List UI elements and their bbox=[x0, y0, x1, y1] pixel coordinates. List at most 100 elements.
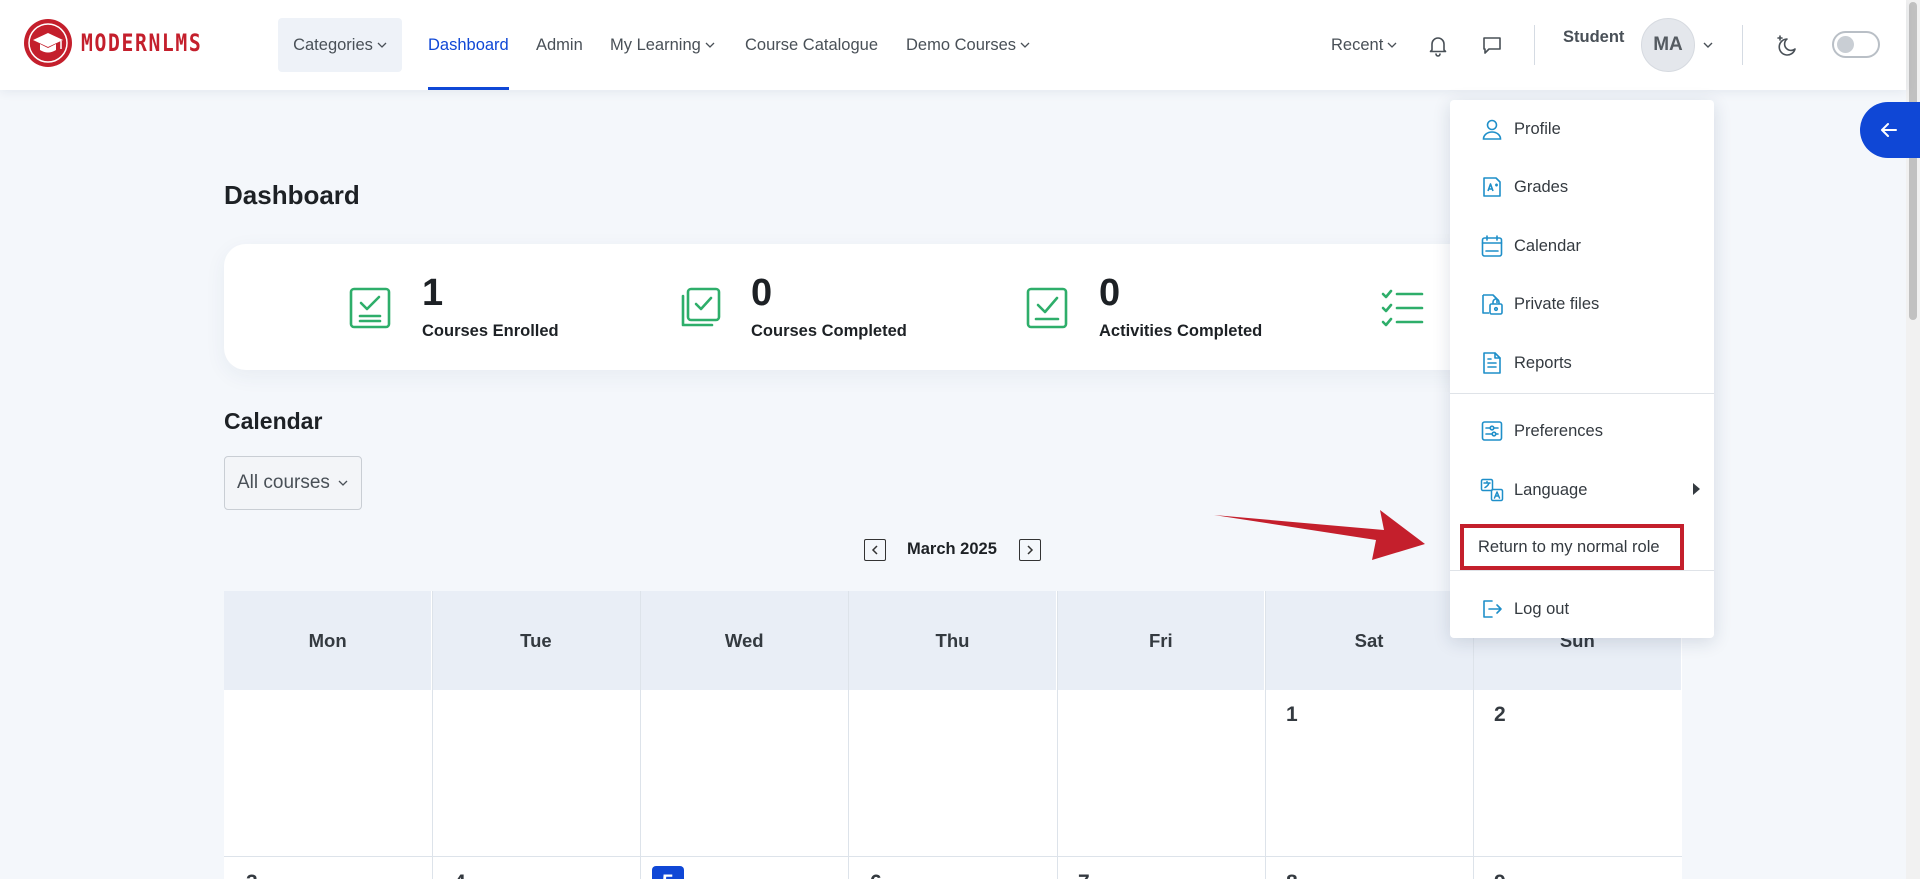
current-month-label: March 2025 bbox=[907, 540, 997, 558]
chat-bubble-icon bbox=[1483, 37, 1501, 54]
nav-admin[interactable]: Admin bbox=[536, 0, 583, 90]
menu-item-reports[interactable]: Reports bbox=[1450, 341, 1714, 385]
calendar-day[interactable]: 7 bbox=[1078, 871, 1090, 879]
nav-demo-courses-label: Demo Courses bbox=[906, 35, 1017, 54]
next-month-button[interactable] bbox=[1019, 539, 1041, 561]
calendar-day[interactable]: 6 bbox=[870, 871, 882, 879]
graduation-cap-logo-icon bbox=[24, 19, 72, 67]
menu-item-label: Reports bbox=[1514, 354, 1572, 372]
weekday-header: Tue bbox=[432, 591, 641, 690]
menu-item-label: Private files bbox=[1514, 295, 1600, 313]
navbar-divider bbox=[1742, 25, 1743, 65]
chevron-down-icon bbox=[1020, 42, 1030, 48]
stat-label: Activities Completed bbox=[1099, 322, 1263, 340]
menu-divider bbox=[1450, 570, 1714, 571]
nav-my-learning[interactable]: My Learning bbox=[610, 0, 715, 90]
bell-icon bbox=[1429, 37, 1447, 57]
weekday-header: Thu bbox=[849, 591, 1058, 690]
logout-icon bbox=[1483, 600, 1502, 618]
user-avatar[interactable]: MA bbox=[1641, 18, 1695, 72]
theme-toggle[interactable] bbox=[1832, 31, 1880, 58]
arrow-left-icon bbox=[1881, 123, 1897, 137]
menu-item-private-files[interactable]: Private files bbox=[1450, 282, 1714, 326]
chevron-down-icon bbox=[705, 42, 715, 48]
calendar-day[interactable]: 3 bbox=[246, 871, 258, 879]
calendar-day[interactable]: 4 bbox=[454, 871, 466, 879]
menu-item-grades[interactable]: Grades bbox=[1450, 165, 1714, 209]
messages-button[interactable] bbox=[1477, 30, 1507, 60]
menu-item-return-normal-role[interactable]: Return to my normal role bbox=[1460, 524, 1684, 570]
menu-item-preferences[interactable]: Preferences bbox=[1450, 409, 1714, 453]
calendar-day[interactable]: 1 bbox=[1286, 703, 1298, 727]
stat-value: 0 bbox=[751, 272, 773, 314]
list-check-icon bbox=[349, 287, 391, 329]
menu-item-label: Preferences bbox=[1514, 422, 1603, 440]
stat-value: 1 bbox=[422, 272, 444, 314]
toggle-knob bbox=[1837, 36, 1854, 53]
nav-demo-courses[interactable]: Demo Courses bbox=[906, 0, 1030, 90]
avatar-initials: MA bbox=[1653, 34, 1683, 55]
nav-admin-label: Admin bbox=[536, 35, 583, 54]
user-menu-dropdown: Profile Grades Calendar Private files Re… bbox=[1450, 100, 1714, 638]
nav-categories[interactable]: Categories bbox=[278, 18, 402, 72]
page-title: Dashboard bbox=[224, 180, 360, 210]
scrollbar-thumb[interactable] bbox=[1909, 2, 1917, 320]
nav-course-catalogue[interactable]: Course Catalogue bbox=[745, 0, 878, 90]
menu-item-label: Calendar bbox=[1514, 237, 1581, 255]
report-icon bbox=[1483, 352, 1501, 374]
menu-item-language[interactable]: Language bbox=[1450, 468, 1714, 512]
calendar-day[interactable]: 2 bbox=[1494, 703, 1506, 727]
chevron-left-icon bbox=[871, 545, 878, 555]
nav-dashboard[interactable]: Dashboard bbox=[428, 0, 509, 90]
nav-recent[interactable]: Recent bbox=[1331, 0, 1397, 90]
calendar-section-title: Calendar bbox=[224, 408, 323, 434]
notifications-button[interactable] bbox=[1423, 30, 1453, 60]
menu-item-profile[interactable]: Profile bbox=[1450, 107, 1714, 151]
nav-my-learning-label: My Learning bbox=[610, 35, 701, 54]
chevron-right-icon bbox=[1027, 545, 1034, 555]
nav-recent-label: Recent bbox=[1331, 35, 1384, 54]
calendar-day[interactable]: 8 bbox=[1286, 871, 1298, 879]
dark-mode-button[interactable] bbox=[1773, 30, 1803, 60]
copy-check-icon bbox=[681, 287, 721, 327]
brand-logo[interactable]: MODERNLMS bbox=[23, 18, 229, 68]
stat-value: 0 bbox=[1099, 272, 1121, 314]
top-navbar: MODERNLMS Categories Dashboard Admin My … bbox=[0, 0, 1906, 90]
weekday-header: Wed bbox=[641, 591, 849, 690]
menu-item-log-out[interactable]: Log out bbox=[1450, 587, 1714, 631]
calendar-gridline bbox=[1265, 591, 1266, 879]
calendar-day[interactable]: 9 bbox=[1494, 871, 1506, 879]
grades-icon bbox=[1483, 177, 1501, 197]
files-icon bbox=[1482, 294, 1503, 315]
chevron-down-icon[interactable] bbox=[1703, 42, 1713, 48]
menu-item-label: Language bbox=[1514, 481, 1588, 499]
square-check-icon bbox=[1026, 287, 1068, 329]
weekday-header: Mon bbox=[224, 591, 433, 690]
calendar-gridline bbox=[640, 591, 641, 879]
language-icon bbox=[1480, 478, 1504, 502]
nav-categories-label: Categories bbox=[293, 35, 373, 54]
navbar-divider bbox=[1534, 25, 1535, 65]
calendar-gridline bbox=[432, 591, 433, 879]
menu-item-calendar[interactable]: Calendar bbox=[1450, 224, 1714, 268]
nav-active-indicator bbox=[428, 87, 509, 90]
user-role-label: Student bbox=[1563, 28, 1625, 46]
course-filter-select[interactable]: All courses bbox=[224, 456, 362, 510]
stat-label: Courses Enrolled bbox=[422, 322, 559, 340]
calendar-icon bbox=[1481, 235, 1503, 257]
user-icon bbox=[1482, 119, 1502, 140]
calendar-gridline bbox=[1057, 591, 1058, 879]
menu-item-label: Grades bbox=[1514, 178, 1569, 196]
calendar-day-today[interactable]: 5 bbox=[662, 871, 674, 879]
menu-divider bbox=[1450, 393, 1714, 394]
nav-course-catalogue-label: Course Catalogue bbox=[745, 35, 878, 54]
chevron-down-icon bbox=[377, 42, 387, 48]
prev-month-button[interactable] bbox=[864, 539, 886, 561]
annotation-arrow-icon bbox=[1214, 510, 1425, 560]
open-drawer-button[interactable] bbox=[1860, 102, 1920, 158]
menu-item-label: Profile bbox=[1514, 120, 1561, 138]
moon-stars-icon bbox=[1777, 35, 1796, 56]
stat-label: Courses Completed bbox=[751, 322, 907, 340]
chevron-down-icon bbox=[338, 480, 348, 486]
weekday-header: Fri bbox=[1057, 591, 1266, 690]
